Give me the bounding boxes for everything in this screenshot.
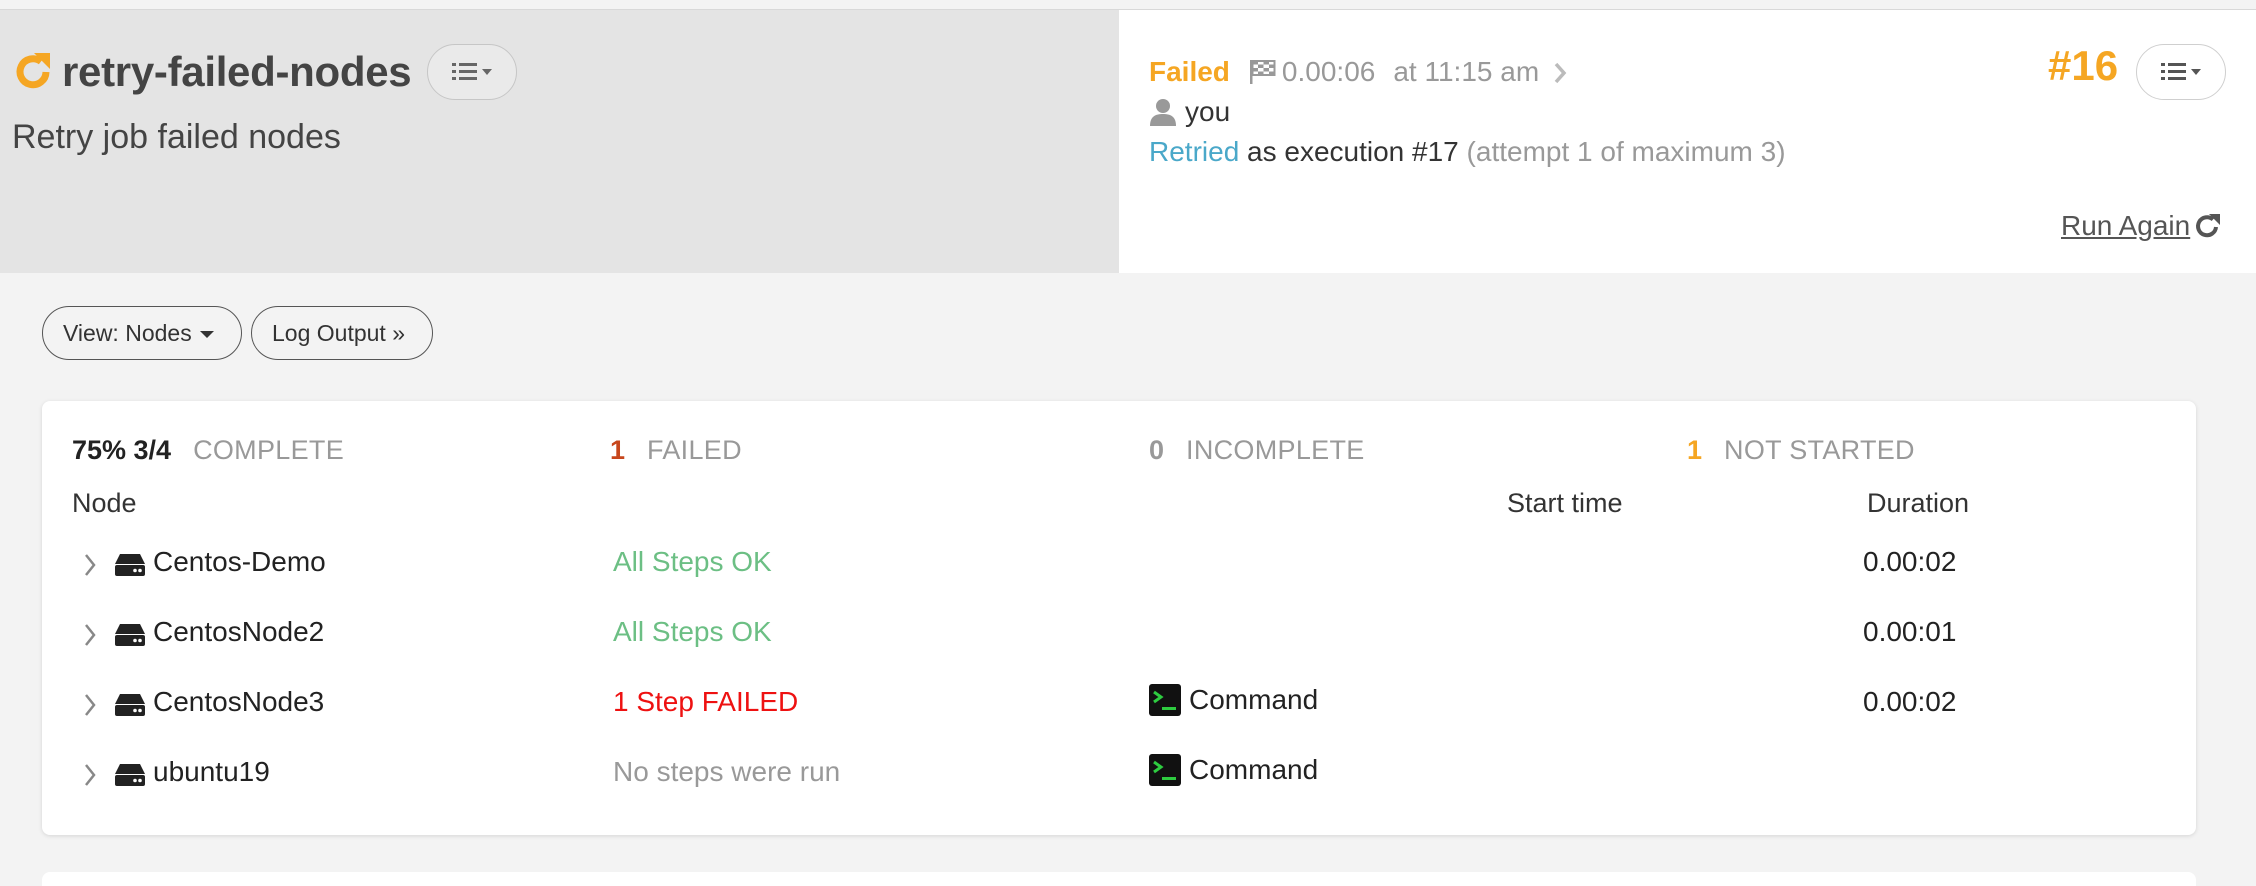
expand-chevron-icon[interactable] (82, 760, 98, 790)
node-status: 1 Step FAILED (613, 686, 799, 717)
execution-duration: 0.00:06 (1281, 56, 1376, 87)
execution-header: Failed 0.00:06 at 11:15 am you Retried a… (1119, 10, 2256, 273)
table-row[interactable]: ubuntu19 No steps were run Command (42, 750, 2196, 820)
failed-label: FAILED (647, 435, 742, 465)
not-started-label: NOT STARTED (1724, 435, 1915, 465)
job-name[interactable]: retry-failed-nodes (62, 48, 412, 96)
job-actions-menu-button[interactable] (427, 44, 518, 100)
column-header-duration: Duration (1867, 488, 1970, 518)
complete-percentage: 75% 3/4 (72, 435, 172, 465)
table-row[interactable]: CentosNode2 All Steps OK 0.00:01 (42, 610, 2196, 680)
job-title-row: retry-failed-nodes (12, 44, 518, 100)
terminal-icon (1149, 754, 1181, 786)
log-output-button[interactable]: Log Output » (251, 306, 433, 360)
node-name[interactable]: Centos-Demo (153, 546, 326, 578)
execution-time: at 11:15 am (1393, 56, 1540, 87)
job-header: retry-failed-nodes Retry job failed node… (0, 10, 1119, 273)
failed-count: 1 (610, 435, 626, 465)
job-description: Retry job failed nodes (12, 118, 341, 156)
column-header-node: Node (72, 488, 137, 518)
terminal-icon (1149, 684, 1181, 716)
execution-status-row: Failed 0.00:06 at 11:15 am (1149, 56, 1567, 88)
expand-chevron-icon[interactable] (82, 550, 98, 580)
node-name[interactable]: ubuntu19 (153, 756, 270, 788)
nodes-panel: 75% 3/4 COMPLETE 1 FAILED 0 INCOMPLETE 1… (42, 401, 2196, 835)
server-icon (114, 623, 146, 647)
node-status: All Steps OK (613, 546, 772, 577)
incomplete-count: 0 (1149, 435, 1165, 465)
retried-row: Retried as execution #17 (attempt 1 of m… (1149, 136, 1786, 168)
step-cell: Command (1149, 684, 1318, 716)
summary-failed: 1 FAILED (610, 435, 742, 466)
execution-user: you (1185, 96, 1231, 127)
step-cell: Command (1149, 754, 1318, 786)
node-name[interactable]: CentosNode2 (153, 616, 324, 648)
column-header-start-time: Start time (1507, 488, 1623, 518)
execution-user-row: you (1149, 96, 1230, 128)
server-icon (114, 763, 146, 787)
attempt-text: (attempt 1 of maximum 3) (1466, 136, 1786, 167)
execution-number: #16 (2048, 42, 2119, 89)
node-name[interactable]: CentosNode3 (153, 686, 324, 718)
retry-icon (12, 50, 56, 94)
node-duration: 0.00:01 (1863, 616, 1957, 647)
table-row[interactable]: CentosNode3 1 Step FAILED Command 0.00:0… (42, 680, 2196, 750)
chevron-right-icon[interactable] (1553, 60, 1567, 84)
node-status: No steps were run (613, 756, 841, 787)
next-panel (42, 872, 2196, 886)
node-duration: 0.00:02 (1863, 546, 1957, 577)
step-name: Command (1189, 754, 1319, 785)
execution-actions-menu-button[interactable] (2136, 44, 2226, 100)
node-duration: 0.00:02 (1863, 686, 1957, 717)
summary-not-started: 1 NOT STARTED (1687, 435, 1915, 466)
retried-execution-text: as execution #17 (1239, 136, 1467, 167)
not-started-count: 1 (1687, 435, 1703, 465)
node-status: All Steps OK (613, 616, 772, 647)
list-icon (452, 63, 493, 80)
incomplete-label: INCOMPLETE (1186, 435, 1365, 465)
expand-chevron-icon[interactable] (82, 620, 98, 650)
execution-status: Failed (1149, 56, 1230, 87)
summary-incomplete: 0 INCOMPLETE (1149, 435, 1365, 466)
log-output-label: Log Output » (272, 319, 405, 346)
caret-down-icon (199, 330, 214, 338)
list-icon (2161, 63, 2201, 80)
complete-label: COMPLETE (193, 435, 345, 465)
flag-icon (1248, 58, 1278, 86)
step-name: Command (1189, 684, 1319, 715)
top-border (0, 0, 2256, 10)
refresh-icon (2194, 212, 2222, 240)
view-nodes-label: View: Nodes (63, 319, 192, 346)
run-again-link[interactable]: Run Again (2061, 210, 2222, 242)
retried-link[interactable]: Retried (1149, 136, 1239, 167)
run-again-label: Run Again (2061, 210, 2191, 241)
server-icon (114, 553, 146, 577)
view-nodes-dropdown[interactable]: View: Nodes (42, 306, 242, 360)
server-icon (114, 693, 146, 717)
user-icon (1149, 97, 1177, 127)
table-row[interactable]: Centos-Demo All Steps OK 0.00:02 (42, 540, 2196, 610)
expand-chevron-icon[interactable] (82, 690, 98, 720)
summary-complete: 75% 3/4 COMPLETE (72, 435, 344, 466)
